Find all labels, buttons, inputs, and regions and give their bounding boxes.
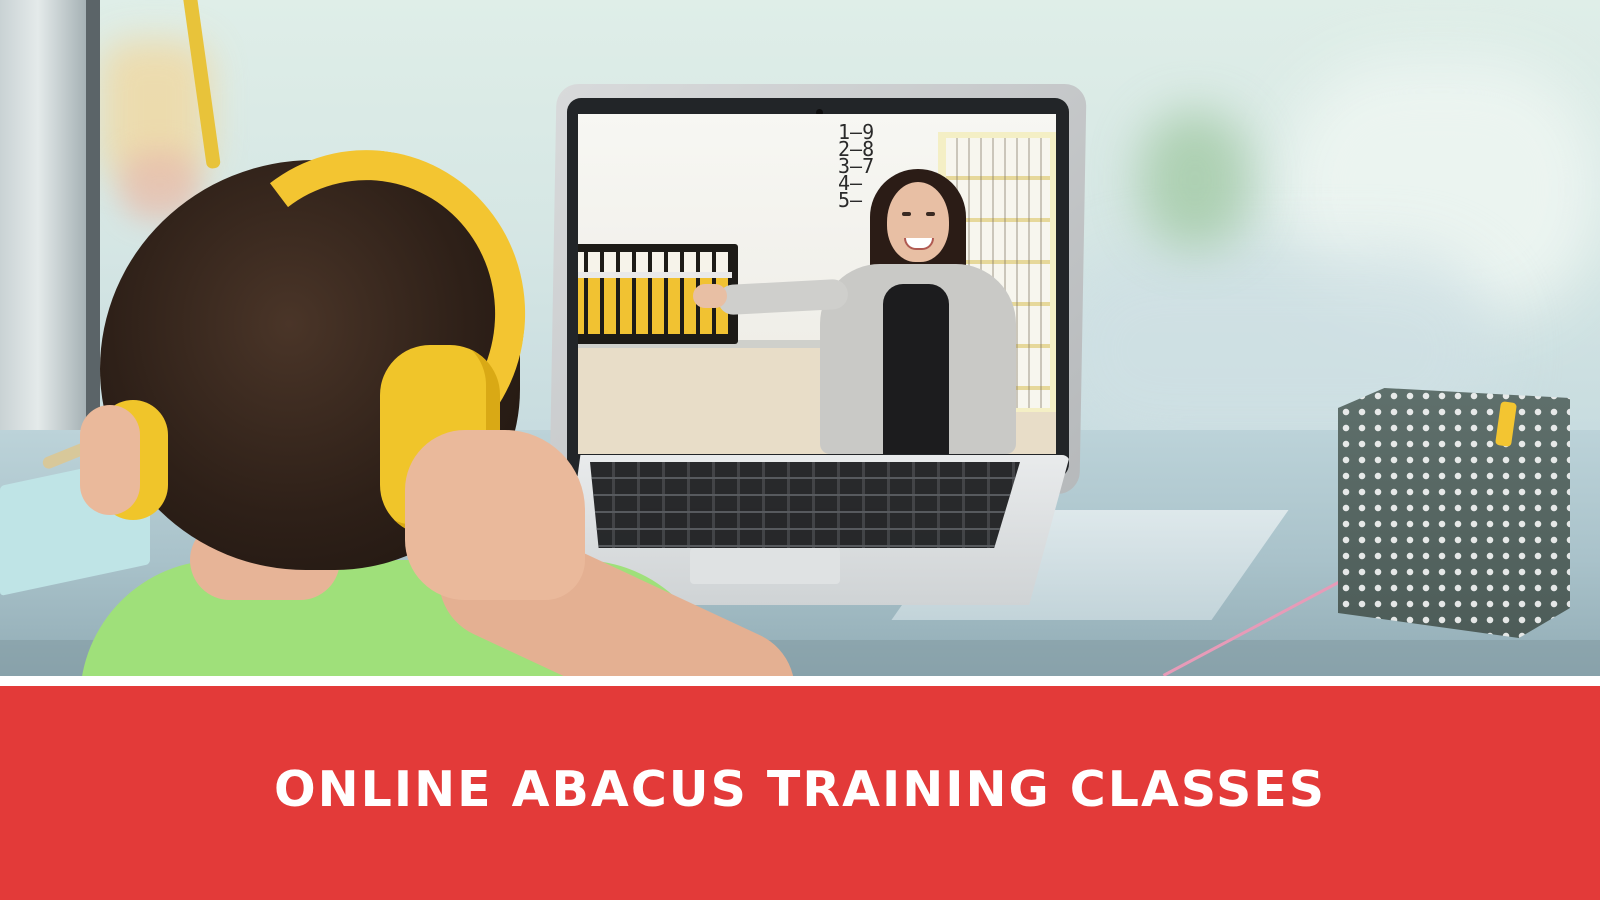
teacher-eye — [926, 212, 935, 216]
window-frame — [0, 0, 95, 460]
window-mullion — [86, 0, 100, 460]
divider-strip — [0, 676, 1600, 686]
teacher-eye — [902, 212, 911, 216]
banner-title: ONLINE ABACUS TRAINING CLASSES — [273, 760, 1327, 818]
teacher-hand — [693, 284, 727, 308]
boy-left-hand — [80, 405, 140, 515]
boy-right-hand — [405, 430, 585, 600]
video-call-screen: 1—9 2—8 3—7 4— 5— — [578, 114, 1056, 454]
keyboard-rows — [590, 462, 1020, 548]
teacher-face — [887, 182, 949, 262]
teacher-shirt — [883, 284, 949, 454]
pen-cup — [1338, 388, 1570, 638]
title-banner: ONLINE ABACUS TRAINING CLASSES — [0, 686, 1600, 900]
hero-photo: 1—9 2—8 3—7 4— 5— — [0, 0, 1600, 690]
laptop-trackpad — [690, 548, 840, 584]
abacus-upper-beads — [578, 252, 732, 272]
background-plant — [1140, 110, 1250, 250]
abacus-bar — [578, 272, 732, 278]
